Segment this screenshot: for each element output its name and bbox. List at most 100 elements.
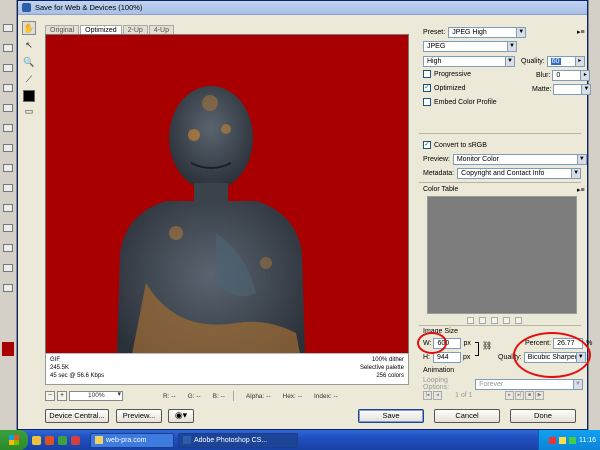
play-icon[interactable]: ▶ [535,391,544,400]
cancel-button[interactable]: Cancel [434,409,500,423]
chevron-down-icon: ▼ [573,379,582,389]
zoom-level-select[interactable]: 100% [69,391,123,401]
save-for-web-dialog: Save for Web & Devices (100%) ✋ ↖ 🔍 ⟋ ▭ … [17,0,592,430]
tool-icon[interactable] [3,224,13,232]
dialog-tools: ✋ ↖ 🔍 ⟋ ▭ [22,21,38,119]
tool-icon[interactable] [3,284,13,292]
dialog-titlebar: Save for Web & Devices (100%) [18,1,587,15]
done-button[interactable]: Done [510,409,576,423]
dither-info: 100% dither [371,357,404,363]
eyedropper-color-swatch[interactable] [23,90,35,102]
link-icon[interactable]: ⛓ [482,341,492,350]
start-button[interactable] [0,430,28,450]
hand-tool-icon[interactable]: ✋ [22,21,36,35]
green-readout: G: -- [187,392,201,400]
tool-icon[interactable] [3,264,13,272]
preview-button[interactable]: Preview... [116,409,162,423]
embed-profile-checkbox[interactable] [423,98,431,106]
chevron-right-icon: ▸ [574,57,584,66]
last-frame-icon[interactable]: ▸| [515,391,524,400]
index-readout: Index: -- [314,392,338,400]
web-shift-icon[interactable] [491,317,498,324]
zoom-out-button[interactable]: − [45,391,55,401]
quicklaunch-folder-icon[interactable] [32,435,41,445]
image-preview[interactable] [45,34,409,385]
color-table-menu-icon[interactable]: ▸≡ [577,186,585,194]
preview-mode-select[interactable]: Monitor Color ▼ [452,154,587,165]
slice-select-tool-icon[interactable]: ↖ [22,38,36,52]
previous-frame-icon[interactable]: ◂ [433,391,442,400]
preview-mode-value: Monitor Color [456,156,499,163]
lock-color-icon[interactable] [479,317,486,324]
device-central-button[interactable]: Device Central... [45,409,109,423]
quicklaunch-firefox-icon[interactable] [45,435,54,445]
zoom-in-button[interactable]: + [57,391,67,401]
save-button[interactable]: Save [358,409,424,423]
height-label: H: [423,354,430,361]
task-label: Adobe Photoshop CS... [194,436,268,444]
task-photoshop[interactable]: Adobe Photoshop CS... [178,432,298,448]
chevron-right-icon: ▸ [580,71,590,80]
photoshop-icon [22,3,31,12]
convert-srgb-checkbox[interactable]: ✓ [423,141,431,149]
width-unit: px [463,340,471,347]
add-color-icon[interactable] [503,317,510,324]
tool-icon[interactable] [3,124,13,132]
first-frame-icon[interactable]: |◂ [423,391,432,400]
tool-icon[interactable] [3,144,13,152]
frame-controls-left: |◂ ◂ [423,391,443,400]
looping-select[interactable]: Forever ▼ [475,378,583,390]
chevron-down-icon: ▼ [576,155,586,164]
preset-label: Preset: [423,29,446,36]
tool-icon[interactable] [3,44,13,52]
optimized-checkbox[interactable]: ✓ [423,84,431,92]
next-frame-icon[interactable]: ▸ [505,391,514,400]
foreground-color-swatch[interactable] [2,342,14,356]
stop-icon[interactable]: ■ [525,391,534,400]
tool-icon[interactable] [3,84,13,92]
chevron-down-icon: ▼ [505,57,514,66]
file-format-select[interactable]: JPEG ▼ [423,41,517,52]
tray-icon[interactable] [559,436,566,444]
zoom-tool-icon[interactable]: 🔍 [22,55,36,69]
quality-label: Quality: [521,58,545,65]
quicklaunch-app-icon[interactable] [71,435,80,445]
tool-icon[interactable] [3,104,13,112]
tray-icon[interactable] [549,436,556,444]
preset-select[interactable]: JPEG High ▼ [448,27,527,38]
tool-icon[interactable] [3,64,13,72]
windows-taskbar: web-pra.com Adobe Photoshop CS... 11:16 [0,430,600,450]
clock: 11:16 [579,436,596,444]
quicklaunch-app-icon[interactable] [58,435,67,445]
tool-icon[interactable] [3,184,13,192]
tool-icon[interactable] [3,24,13,32]
quality-field[interactable]: 60 ▸ [546,56,585,67]
eyedropper-tool-icon[interactable]: ⟋ [22,72,36,86]
tool-icon[interactable] [3,244,13,252]
embed-profile-label: Embed Color Profile [434,98,497,106]
tool-icon[interactable] [3,164,13,172]
blur-field[interactable]: 0 ▸ [552,70,591,81]
matte-select[interactable]: ▼ [553,84,592,95]
delete-color-icon[interactable] [515,317,522,324]
color-table-heading: Color Table [423,186,459,193]
tool-icon[interactable] [3,204,13,212]
metadata-select[interactable]: Copyright and Contact Info ▼ [457,168,582,179]
progressive-checkbox[interactable] [423,70,431,78]
color-table[interactable] [427,196,577,314]
height-field[interactable]: 944 [433,352,461,363]
frame-counter: 1 of 1 [455,392,473,399]
tray-icon[interactable] [569,436,576,444]
compression-select[interactable]: High ▼ [423,56,515,67]
map-color-icon[interactable] [467,317,474,324]
divider [419,133,581,134]
browser-select-button[interactable]: ◉▾ [168,409,194,423]
divider [419,325,581,326]
photoshop-toolbar-strip [0,0,17,430]
task-web-pra[interactable]: web-pra.com [90,432,174,448]
blur-label: Blur: [536,72,551,79]
system-tray: 11:16 [538,430,600,450]
alpha-readout: Alpha: -- [245,392,271,400]
optimize-menu-icon[interactable]: ▸≡ [577,28,585,36]
toggle-slices-icon[interactable]: ▭ [22,106,36,116]
